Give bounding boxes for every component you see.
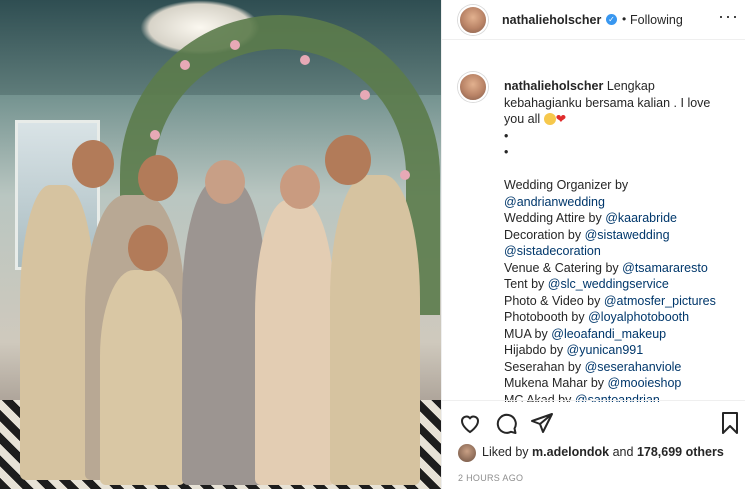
photo-flower: [230, 40, 240, 50]
credit-line: Mukena Mahar by @mooieshop: [504, 375, 740, 392]
heart-icon[interactable]: [458, 411, 482, 435]
photo-person: [20, 185, 95, 480]
credit-label: Tent by: [504, 277, 548, 291]
heart-emoji-icon: ❤: [555, 111, 567, 126]
credit-link[interactable]: @sistawedding: [585, 228, 670, 242]
credit-link[interactable]: @loyalphotobooth: [588, 310, 689, 324]
verified-badge-icon: ✓: [606, 14, 617, 25]
credit-label: Photobooth by: [504, 310, 589, 324]
credit-link[interactable]: @kaarabride: [605, 211, 677, 225]
share-icon[interactable]: [530, 411, 554, 435]
photo-person: [100, 270, 185, 485]
photo-flower: [360, 90, 370, 100]
credit-label: Decoration by: [504, 227, 585, 242]
post-timestamp[interactable]: 2 HOURS AGO: [458, 473, 523, 483]
caption-username[interactable]: nathalieholscher: [504, 79, 603, 93]
credit-link[interactable]: @yunican991: [567, 343, 644, 357]
credit-link[interactable]: @tsamararesto: [622, 261, 708, 275]
liked-prefix: Liked by: [482, 445, 533, 459]
credit-link[interactable]: @sistadecoration: [504, 244, 601, 258]
credit-label: Hijabdo by: [504, 343, 567, 357]
photo-person-head: [325, 135, 371, 185]
liked-count-link[interactable]: 178,699 others: [637, 445, 724, 459]
photo-flower: [150, 130, 160, 140]
credit-label: Venue & Catering by: [504, 260, 623, 275]
follow-status-button[interactable]: Following: [630, 13, 683, 27]
credits-list: Wedding Organizer by @andrianwedding Weddi…: [504, 177, 740, 402]
credit-line: Venue & Catering by @tsamararesto: [504, 260, 740, 277]
photo-person-head: [72, 140, 114, 188]
caption-bullet: •: [504, 128, 509, 143]
credit-label: Mukena Mahar by: [504, 376, 608, 390]
photo-person-head: [138, 155, 178, 201]
credit-line: Tent by @slc_weddingservice: [504, 276, 740, 293]
caption-bullet: •: [504, 145, 509, 159]
credit-line: Wedding Attire by @kaarabride: [504, 210, 740, 227]
credit-link[interactable]: @seserahanviole: [585, 360, 682, 374]
author-avatar[interactable]: [458, 5, 488, 35]
credit-line: @andrianwedding: [504, 194, 740, 211]
credit-link[interactable]: @atmosfer_pictures: [604, 294, 716, 308]
post-header: nathalieholscher ✓ • Following ···: [442, 0, 745, 40]
credit-label: Wedding Attire by: [504, 211, 606, 225]
liked-by-text: Liked by m.adelondok and 178,699 others: [482, 445, 724, 459]
header-separator: •: [622, 12, 627, 26]
post-photo[interactable]: [0, 0, 441, 489]
credit-label: Seserahan by: [504, 359, 585, 374]
photo-flower: [180, 60, 190, 70]
photo-person: [255, 200, 335, 485]
credit-link[interactable]: @leoafandi_makeup: [551, 327, 666, 341]
credit-label: Photo & Video by: [504, 293, 604, 308]
photo-flower: [400, 170, 410, 180]
credit-link[interactable]: @slc_weddingservice: [548, 277, 669, 291]
credit-line: Wedding Organizer by: [504, 177, 740, 194]
photo-person: [330, 175, 420, 485]
credit-line: Seserahan by @seserahanviole: [504, 359, 740, 376]
caption-avatar[interactable]: [458, 72, 488, 102]
credit-line: Photo & Video by @atmosfer_pictures: [504, 293, 740, 310]
caption-area: nathalieholscher Lengkap kebahagianku be…: [442, 52, 745, 402]
caption-text: nathalieholscher Lengkap kebahagianku be…: [504, 78, 740, 402]
face-emoji-icon: [543, 113, 556, 125]
credit-link[interactable]: @andrianwedding: [504, 195, 605, 209]
credit-link[interactable]: @mooieshop: [608, 376, 682, 390]
post-side-panel: nathalieholscher ✓ • Following ··· natha…: [441, 0, 745, 489]
credit-line: @sistadecoration: [504, 243, 740, 260]
credit-label: Wedding Organizer by: [504, 178, 629, 192]
credit-line: MUA by @leoafandi_makeup: [504, 326, 740, 343]
liked-by-avatar[interactable]: [458, 444, 476, 462]
caption-line: you all: [504, 112, 541, 126]
credit-line: Decoration by @sistawedding: [504, 227, 740, 244]
author-username[interactable]: nathalieholscher: [502, 13, 601, 27]
bookmark-icon[interactable]: [718, 411, 742, 435]
photo-person-head: [280, 165, 320, 209]
photo-flower: [300, 55, 310, 65]
photo-person-head: [128, 225, 168, 271]
photo-person-head: [205, 160, 245, 204]
comment-icon[interactable]: [494, 411, 518, 435]
action-bar: Liked by m.adelondok and 178,699 others …: [442, 400, 745, 489]
credit-line: Hijabdo by @yunican991: [504, 342, 740, 359]
caption-line: kebahagianku bersama kalian . I love: [504, 95, 711, 110]
caption-line: Lengkap: [606, 79, 655, 93]
more-dots-icon[interactable]: ···: [718, 6, 739, 27]
liked-and: and: [609, 445, 637, 459]
credit-label: MUA by: [504, 326, 552, 341]
liked-user-link[interactable]: m.adelondok: [532, 445, 609, 459]
credit-line: Photobooth by @loyalphotobooth: [504, 309, 740, 326]
